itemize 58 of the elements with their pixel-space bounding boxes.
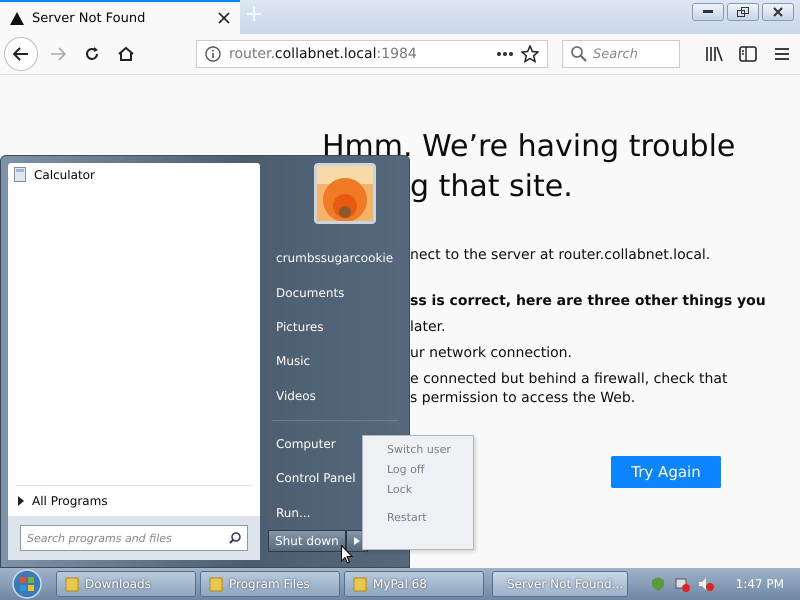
cursor-icon [341,545,353,564]
address-bar[interactable]: router.collabnet.local:1984 [196,40,548,68]
warning-icon [10,12,24,24]
program-item[interactable]: Calculator [8,163,260,186]
error-heading: g that site. [410,168,574,206]
menu-item[interactable]: Restart [387,507,427,527]
tab-title: Server Not Found [32,10,146,26]
menu-item[interactable]: Videos [268,378,316,413]
error-text: later. [410,319,446,335]
menu-item[interactable]: crumbssugarcookie [268,241,394,276]
network-icon[interactable] [674,576,690,592]
error-text: ss is correct, here are three other things you [410,293,767,309]
error-text: e connected but behind a firewall, check that [410,371,728,387]
sidebar-icon [739,46,757,62]
reload-icon [84,46,100,62]
shut-down-button[interactable]: Shut down [268,530,346,552]
speaker-icon[interactable] [698,576,714,592]
info-icon [205,46,221,62]
menu-item[interactable]: Switch user [387,439,451,459]
star-icon[interactable] [521,45,539,63]
folder-icon [209,576,223,592]
menu-item[interactable]: Pictures [268,310,324,344]
restore-icon [737,7,749,17]
menu-item[interactable]: Lock [387,479,412,499]
search-icon [229,532,241,544]
error-text: ur network connection. [410,345,573,361]
restore-button[interactable] [727,3,759,21]
menu-item[interactable]: Computer [268,426,336,462]
search-icon [571,46,587,62]
error-text: nect to the server at router.collabnet.local. [410,247,712,263]
close-button[interactable] [762,3,794,21]
minimize-button[interactable] [692,3,724,21]
library-icon [705,46,723,62]
back-button[interactable] [4,37,38,71]
calculator-icon [14,167,26,182]
close-icon [773,7,783,17]
menu-item[interactable]: Log off [387,459,424,479]
minimize-icon [703,10,713,14]
menu-item[interactable]: Documents [268,275,344,310]
url-text: router.collabnet.local:1984 [229,46,418,62]
folder-icon [353,576,367,592]
more-icon[interactable] [497,52,513,56]
back-arrow-icon [13,47,29,61]
menu-item[interactable]: Run... [268,496,310,530]
try-again-button[interactable]: Try Again [611,456,721,488]
home-icon [118,46,134,62]
search-field[interactable]: Search [562,40,680,68]
browser-tab[interactable]: Server Not Found [0,0,240,34]
menu-icon [774,47,790,61]
folder-icon [65,576,79,592]
menu-item[interactable]: Control Panel [268,461,356,496]
menu-item[interactable]: Music [268,344,310,378]
clock[interactable]: 1:47 PM [736,577,784,591]
error-text: s permission to access the Web. [410,390,636,406]
close-icon[interactable] [218,12,230,24]
error-heading: Hmm. We’re having trouble [322,128,736,166]
search-field[interactable]: Search programs and files [20,525,248,551]
forward-arrow-icon [50,47,66,61]
